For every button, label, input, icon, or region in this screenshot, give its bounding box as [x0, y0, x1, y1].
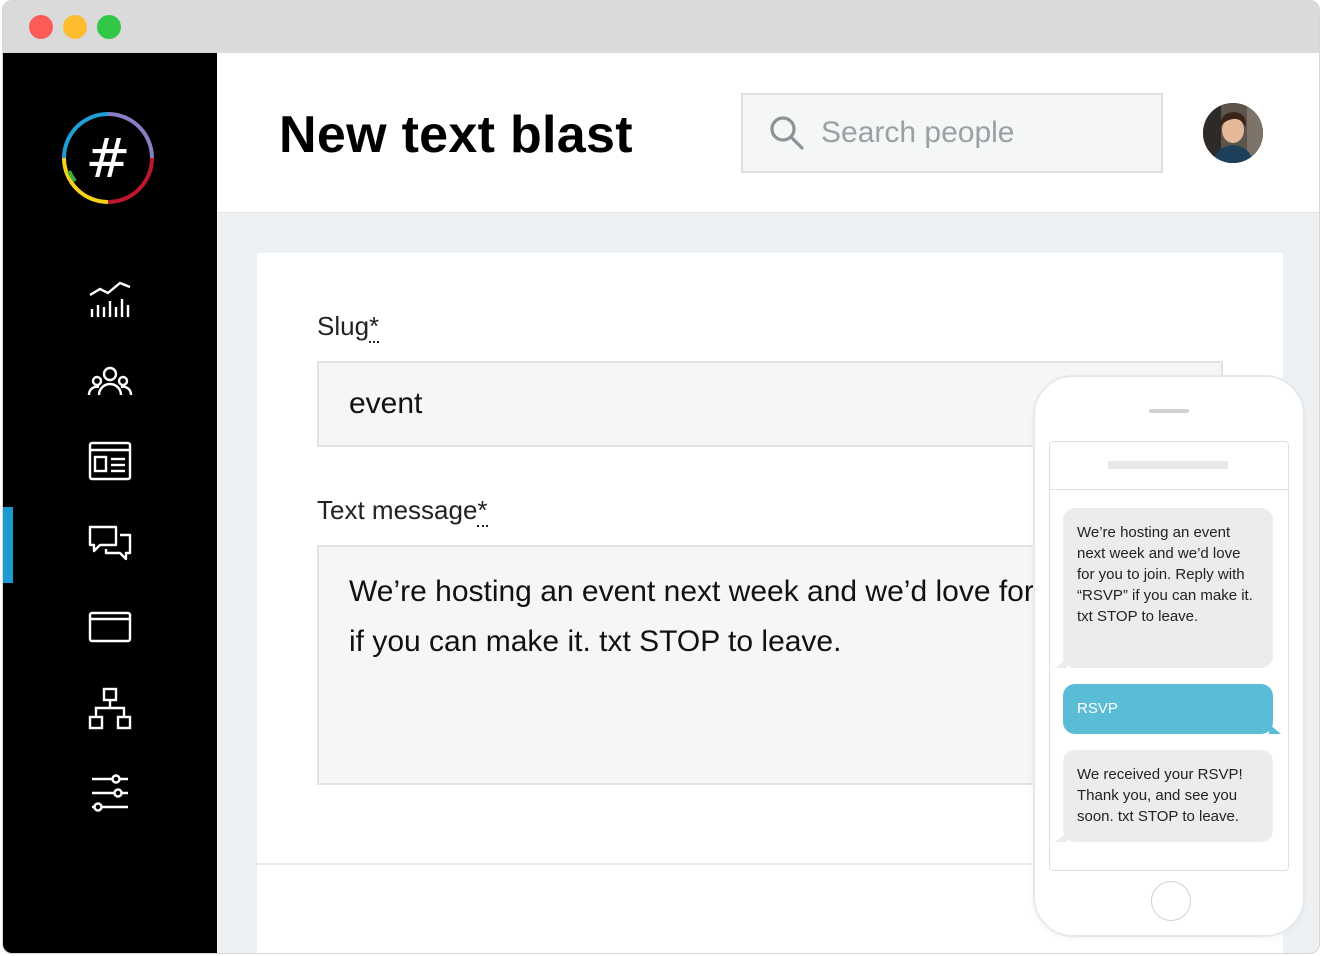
- maximize-window-button[interactable]: [97, 15, 121, 39]
- search-box[interactable]: [741, 93, 1163, 173]
- sidebar-item-analytics[interactable]: [3, 261, 217, 337]
- slug-label-text: Slug: [317, 311, 370, 341]
- slug-label: Slug*: [317, 311, 380, 343]
- user-portrait-icon: [1203, 103, 1263, 163]
- incoming-message-bubble: We’re hosting an event next week and we’…: [1055, 508, 1273, 668]
- message-label: Text message*: [317, 495, 488, 527]
- outgoing-message-bubble: RSVP: [1063, 684, 1281, 734]
- search-icon: [770, 116, 804, 150]
- required-marker: *: [369, 311, 380, 343]
- people-icon: [87, 366, 133, 396]
- sidebar-item-pages[interactable]: [3, 589, 217, 665]
- required-marker: *: [477, 495, 488, 527]
- phone-contact-placeholder: [1108, 461, 1228, 469]
- phone-home-button: [1151, 881, 1191, 921]
- phone-screen: We’re hosting an event next week and we’…: [1049, 441, 1289, 871]
- slug-value: event: [349, 387, 423, 420]
- phone-speaker: [1149, 409, 1189, 413]
- phone-screen-header: [1050, 442, 1288, 490]
- chat-icon: [88, 525, 132, 561]
- sidebar-item-people[interactable]: [3, 345, 217, 421]
- page-title: New text blast: [279, 106, 633, 164]
- sidebar: #: [3, 53, 217, 953]
- page-header: New text blast: [217, 53, 1319, 213]
- sliders-icon: [92, 774, 128, 812]
- app-logo[interactable]: #: [61, 111, 155, 205]
- sidebar-item-settings[interactable]: [3, 755, 217, 831]
- minimize-window-button[interactable]: [63, 15, 87, 39]
- hierarchy-icon: [88, 687, 132, 730]
- user-avatar[interactable]: [1203, 103, 1263, 163]
- browser-window-icon: [88, 611, 132, 643]
- message-label-text: Text message: [317, 495, 478, 525]
- search-input[interactable]: [821, 116, 1141, 150]
- app-window: # New text blast Search people Slug* eve…: [2, 0, 1320, 954]
- title-bar: [3, 1, 1319, 53]
- svg-text:#: #: [85, 127, 130, 190]
- close-window-button[interactable]: [29, 15, 53, 39]
- chart-icon: [89, 281, 131, 317]
- sidebar-item-text-messages[interactable]: [3, 507, 217, 583]
- sidebar-item-network[interactable]: [3, 671, 217, 747]
- sidebar-item-newsletter[interactable]: [3, 423, 217, 499]
- phone-preview: We’re hosting an event next week and we’…: [1033, 375, 1305, 937]
- newspaper-icon: [88, 441, 132, 481]
- hashtag-logo-icon: #: [62, 112, 154, 204]
- incoming-message-bubble: We received your RSVP! Thank you, and se…: [1055, 750, 1273, 842]
